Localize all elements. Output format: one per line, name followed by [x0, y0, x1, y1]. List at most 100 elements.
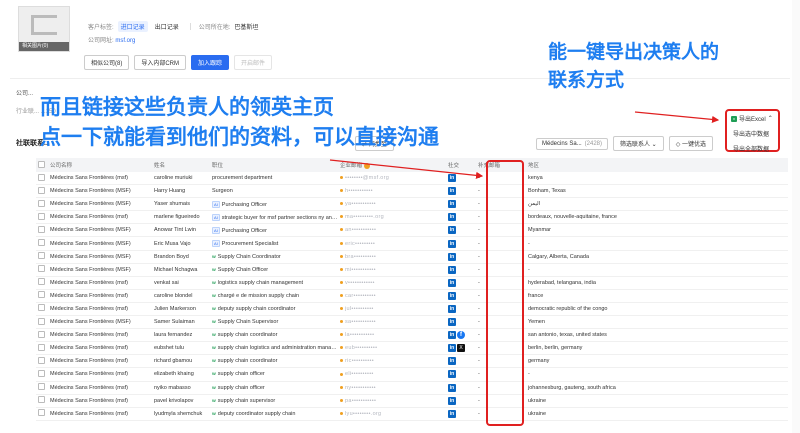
- export-selected-item[interactable]: 导出选中数据: [727, 126, 778, 141]
- cell-company: Médecins Sans Frontières (MSF): [50, 227, 131, 234]
- cell-email[interactable]: lyu••••••••.org: [338, 411, 446, 417]
- linkedin-icon[interactable]: in: [448, 344, 456, 353]
- linkedin-icon[interactable]: in: [448, 187, 456, 196]
- cell-email[interactable]: v••••••••••••: [338, 280, 446, 286]
- linkedin-icon[interactable]: in: [448, 252, 456, 261]
- table-row[interactable]: Médecins Sans Frontières (msf) pavel kriv…: [36, 395, 788, 408]
- table-row[interactable]: Médecins Sans Frontières (msf) nyiko maba…: [36, 382, 788, 395]
- table-row[interactable]: Médecins Sans Frontières (MSF) Eric Musa …: [36, 237, 788, 251]
- row-checkbox[interactable]: [36, 252, 48, 261]
- row-checkbox[interactable]: [36, 186, 48, 196]
- linkedin-icon[interactable]: in: [448, 304, 456, 313]
- cell-email[interactable]: mi•••••••••••: [338, 267, 446, 273]
- row-checkbox[interactable]: [36, 330, 48, 340]
- table-row[interactable]: Médecins Sans Frontières (msf) venkat sai…: [36, 277, 788, 290]
- row-checkbox[interactable]: [36, 212, 48, 222]
- cell-email[interactable]: car••••••••••: [338, 293, 446, 299]
- cell-email[interactable]: sa•••••••••••: [338, 319, 446, 325]
- linkedin-icon[interactable]: in: [448, 409, 456, 418]
- cell-email[interactable]: eric•••••••••: [338, 241, 446, 247]
- table-row[interactable]: Médecins Sans Frontières (msf) richard gb…: [36, 355, 788, 369]
- table-row[interactable]: Médecins Sans Frontières (msf) laura fern…: [36, 329, 788, 343]
- facebook-icon[interactable]: f: [457, 331, 465, 340]
- company-select[interactable]: Médecins Sa... (2428): [536, 137, 608, 150]
- cell-email[interactable]: ya•••••••••••: [338, 201, 446, 207]
- row-checkbox[interactable]: [36, 317, 48, 327]
- linkedin-icon[interactable]: in: [448, 174, 456, 183]
- linkedin-icon[interactable]: in: [448, 370, 456, 379]
- table-row[interactable]: Médecins Sans Frontières (msf) Julien Mar…: [36, 303, 788, 317]
- export-excel-button[interactable]: x 导出Excel ⌃: [727, 111, 778, 126]
- linkedin-icon[interactable]: in: [448, 291, 456, 300]
- row-checkbox[interactable]: [36, 225, 48, 235]
- linkedin-icon[interactable]: in: [448, 265, 456, 274]
- similar-companies-button[interactable]: 相似公司(8): [84, 55, 130, 70]
- row-checkbox[interactable]: [36, 343, 48, 353]
- table-row[interactable]: Médecins Sans Frontières (msf) caroline b…: [36, 290, 788, 303]
- filter-contact-button[interactable]: 筛选联系人 ⌄: [613, 136, 664, 151]
- linkedin-icon[interactable]: in: [448, 357, 456, 366]
- page-scrollbar[interactable]: [792, 0, 800, 433]
- cell-email[interactable]: ma•••••••••.org: [338, 214, 446, 220]
- one-key-select-button[interactable]: ◇ 一键优选: [668, 136, 714, 151]
- checkbox-box: [38, 343, 45, 351]
- cell-name: caroline blondel: [154, 292, 193, 299]
- linkedin-icon[interactable]: in: [448, 278, 456, 287]
- cell-email[interactable]: eli••••••••••: [338, 371, 446, 377]
- linkedin-icon[interactable]: in: [448, 383, 456, 392]
- header-title: 职位: [212, 163, 224, 169]
- cell-social: in: [446, 174, 476, 183]
- table-row[interactable]: Médecins Sans Frontières (msf) eubshet tu…: [36, 342, 788, 356]
- row-checkbox[interactable]: [36, 239, 48, 248]
- add-track-button[interactable]: 加入跟踪: [191, 55, 230, 70]
- row-checkbox[interactable]: [36, 265, 48, 274]
- row-checkbox[interactable]: [36, 396, 48, 405]
- cell-email[interactable]: ny•••••••••••: [338, 385, 446, 391]
- website-link[interactable]: msf.org: [115, 38, 135, 44]
- table-row[interactable]: Médecins Sans Frontières (MSF) Brandon Bo…: [36, 251, 788, 264]
- cell-email[interactable]: h•••••••••••: [338, 188, 446, 194]
- cell-email[interactable]: jul••••••••••: [338, 306, 446, 312]
- select-all-checkbox[interactable]: [36, 160, 48, 170]
- linkedin-icon[interactable]: in: [448, 396, 456, 405]
- linkedin-icon[interactable]: in: [448, 213, 456, 222]
- table-row[interactable]: Médecins Sans Frontières (MSF) Anowar Tin…: [36, 224, 788, 238]
- cell-email[interactable]: ric••••••••••: [338, 358, 446, 364]
- row-checkbox[interactable]: [36, 173, 48, 183]
- table-row[interactable]: Médecins Sans Frontières (msf) elizabeth …: [36, 368, 788, 382]
- linkedin-icon[interactable]: in: [448, 239, 456, 248]
- table-row[interactable]: Médecins Sans Frontières (msf) marlene fi…: [36, 211, 788, 225]
- row-checkbox[interactable]: [36, 278, 48, 287]
- row-checkbox[interactable]: [36, 383, 48, 392]
- cell-email[interactable]: pa•••••••••••: [338, 398, 446, 404]
- table-row[interactable]: Médecins Sans Frontières (msf) lyudmyla s…: [36, 408, 788, 421]
- row-checkbox[interactable]: [36, 291, 48, 300]
- import-crm-button[interactable]: 导入内部CRM: [134, 55, 187, 70]
- cell-email[interactable]: an•••••••••••: [338, 227, 446, 233]
- table-row[interactable]: Médecins Sans Frontières (MSF) Yaser shum…: [36, 198, 788, 212]
- row-checkbox[interactable]: [36, 369, 48, 379]
- tag-export-record[interactable]: 出口记录: [152, 21, 182, 32]
- linkedin-icon[interactable]: in: [448, 200, 456, 209]
- cell-email[interactable]: eub••••••••••: [338, 345, 446, 351]
- tag-import-record[interactable]: 进口记录: [117, 21, 148, 32]
- row-checkbox[interactable]: [36, 409, 48, 418]
- cell-email[interactable]: bra••••••••••: [338, 254, 446, 260]
- cell-email[interactable]: la•••••••••••: [338, 332, 446, 338]
- row-checkbox[interactable]: [36, 356, 48, 366]
- table-row[interactable]: Médecins Sans Frontières (MSF) Harry Huan…: [36, 185, 788, 199]
- row-checkbox[interactable]: [36, 304, 48, 313]
- row-checkbox[interactable]: [36, 199, 48, 209]
- table-row[interactable]: Médecins Sans Frontières (msf) caroline m…: [36, 172, 788, 186]
- table-row[interactable]: Médecins Sans Frontières (MSF) Michael Nc…: [36, 264, 788, 277]
- x-icon[interactable]: X: [457, 344, 465, 353]
- linkedin-icon[interactable]: in: [448, 226, 456, 235]
- cell-email[interactable]: ••••••••@msf.org: [338, 175, 446, 181]
- checkbox-box: [38, 304, 45, 312]
- linkedin-icon[interactable]: in: [448, 331, 456, 340]
- email-status-icon: [340, 189, 343, 193]
- info-icon[interactable]: [364, 162, 371, 169]
- export-all-item[interactable]: 导出全部数据: [727, 141, 778, 156]
- linkedin-icon[interactable]: in: [448, 318, 456, 327]
- table-row[interactable]: Médecins Sans Frontières (MSF) Samer Sula…: [36, 316, 788, 330]
